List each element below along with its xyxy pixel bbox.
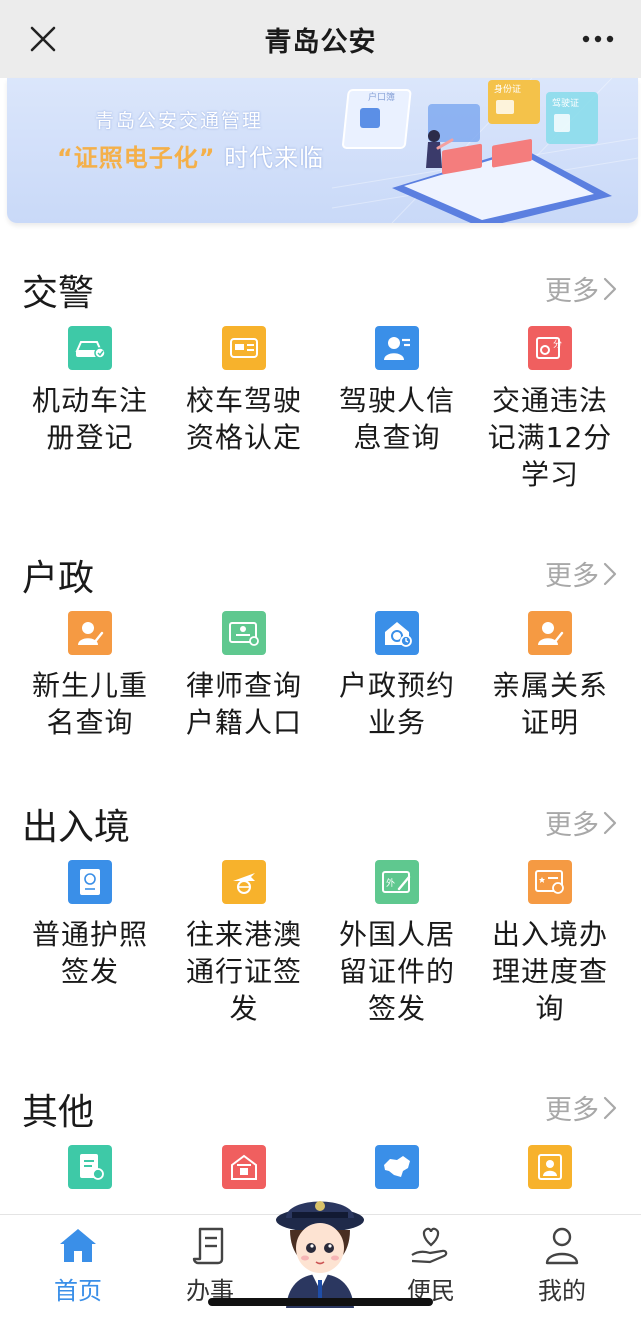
service-school-bus-license[interactable]: 校车驾驶资格认定 — [168, 326, 320, 456]
service-label: 户政预约业务 — [338, 669, 455, 739]
home-indicator-bar — [208, 1298, 433, 1306]
kinship-proof-icon — [528, 611, 572, 655]
service-other-4[interactable] — [474, 1145, 626, 1189]
promo-banner[interactable]: 青岛公安交通管理 “证照电子化” 时代来临 户口簿 身份证 驾驶证 — [7, 78, 638, 223]
document-icon — [68, 1145, 112, 1189]
close-icon[interactable] — [26, 22, 60, 56]
banner-subtitle: 青岛公安交通管理 — [95, 110, 264, 132]
passport-icon — [68, 860, 112, 904]
top-nav-bar: 青岛公安 — [0, 0, 641, 78]
section-title: 交警 — [22, 273, 95, 314]
chevron-right-icon — [603, 811, 617, 834]
newborn-name-icon — [68, 611, 112, 655]
more-link[interactable]: 更多 — [545, 803, 617, 842]
house-icon — [222, 1145, 266, 1189]
service-other-3[interactable] — [321, 1145, 473, 1189]
section-header: 出入境 更多 — [22, 798, 617, 848]
hk-macao-pass-icon — [222, 860, 266, 904]
service-label: 新生儿重名查询 — [31, 669, 148, 739]
service-newborn-name[interactable]: 新生儿重名查询 — [14, 611, 166, 741]
frame-icon — [528, 1145, 572, 1189]
art-label-3: 驾驶证 — [552, 97, 579, 109]
service-label: 交通违法记满12分学习 — [487, 384, 613, 491]
service-grid: 机动车注册登记 校车驾驶资格认定 驾驶人信息查询 分 交通违法记满12分学习 — [0, 326, 641, 506]
service-other-2[interactable] — [168, 1145, 320, 1189]
service-car-registration[interactable]: 机动车注册登记 — [14, 326, 166, 456]
violation-points-icon: 分 — [528, 326, 572, 370]
tab-services[interactable]: 办事 — [160, 1225, 260, 1306]
service-label: 校车驾驶资格认定 — [185, 384, 302, 454]
tab-label: 我的 — [538, 1277, 586, 1305]
service-grid: 普通护照签发 往来港澳通行证签发 外 外国人居留证件的签发 出入境办理进度查询 — [0, 860, 641, 1040]
service-driver-info[interactable]: 驾驶人信息查询 — [321, 326, 473, 456]
service-kinship-proof[interactable]: 亲属关系证明 — [474, 611, 626, 741]
tab-convenience[interactable]: 便民 — [381, 1225, 481, 1306]
service-label: 亲属关系证明 — [491, 669, 608, 739]
police-mascot-avatar[interactable] — [272, 1190, 368, 1308]
driver-info-icon — [375, 326, 419, 370]
car-register-icon — [68, 326, 112, 370]
person-icon — [545, 1227, 579, 1265]
service-label: 外国人居留证件的签发 — [338, 918, 455, 1025]
service-label: 驾驶人信息查询 — [338, 384, 455, 454]
chevron-right-icon — [603, 1096, 617, 1119]
more-link-label: 更多 — [545, 561, 599, 592]
service-label: 往来港澳通行证签发 — [185, 918, 302, 1025]
progress-query-icon — [528, 860, 572, 904]
more-link[interactable]: 更多 — [545, 1088, 617, 1127]
art-label-2: 身份证 — [494, 83, 521, 95]
service-progress-query[interactable]: 出入境办理进度查询 — [474, 860, 626, 1027]
appointment-icon — [375, 611, 419, 655]
svg-text:分: 分 — [553, 339, 562, 350]
more-options-icon[interactable] — [581, 26, 615, 52]
svg-text:外: 外 — [386, 877, 395, 889]
service-label: 机动车注册登记 — [31, 384, 148, 454]
section-title: 出入境 — [22, 807, 131, 848]
page: 青岛公安 青岛公安交通管理 “证照电子化” 时代来临 户口簿 身份证 驾驶证 交… — [0, 0, 641, 1321]
service-grid: 新生儿重名查询 律师查询户籍人口 户政预约业务 亲属关系证明 — [0, 611, 641, 791]
section-household: 户政 更多 新生儿重名查询 律师查询户籍人口 户政预约业务 亲属关系证明 — [0, 549, 641, 759]
banner-headline-rest: 时代来临 — [224, 144, 325, 172]
more-link-label: 更多 — [545, 276, 599, 307]
section-exit-entry: 出入境 更多 普通护照签发 往来港澳通行证签发 外 外国人居留证件的签发 出入境… — [0, 798, 641, 1048]
section-header: 户政 更多 — [22, 549, 617, 599]
more-link[interactable]: 更多 — [545, 269, 617, 308]
page-title: 青岛公安 — [264, 26, 377, 58]
chevron-right-icon — [603, 562, 617, 585]
art-label-1: 户口簿 — [368, 91, 395, 103]
service-household-appointment[interactable]: 户政预约业务 — [321, 611, 473, 741]
tab-home[interactable]: 首页 — [28, 1225, 128, 1306]
chevron-right-icon — [603, 277, 617, 300]
more-link[interactable]: 更多 — [545, 554, 617, 593]
banner-headline: “证照电子化” 时代来临 — [57, 138, 324, 173]
service-label: 律师查询户籍人口 — [185, 669, 302, 739]
service-violation-study[interactable]: 分 交通违法记满12分学习 — [474, 326, 626, 493]
service-label: 普通护照签发 — [31, 918, 148, 988]
service-hk-macao-pass[interactable]: 往来港澳通行证签发 — [168, 860, 320, 1027]
e-license-illustration: 户口簿 身份证 驾驶证 — [332, 78, 638, 223]
foreigner-permit-icon: 外 — [375, 860, 419, 904]
service-lawyer-query[interactable]: 律师查询户籍人口 — [168, 611, 320, 741]
section-title: 户政 — [22, 558, 95, 599]
section-header: 交警 更多 — [22, 264, 617, 314]
service-label: 出入境办理进度查询 — [491, 918, 608, 1025]
service-other-1[interactable] — [14, 1145, 166, 1189]
section-traffic-police: 交警 更多 机动车注册登记 校车驾驶资格认定 驾驶人信息查询 分 交通违法记满1… — [0, 264, 641, 514]
bus-license-icon — [222, 326, 266, 370]
tab-label: 首页 — [54, 1277, 102, 1305]
lawyer-query-icon — [222, 611, 266, 655]
scroll-icon — [192, 1227, 224, 1265]
china-map-icon — [375, 1145, 419, 1189]
service-foreigner-permit[interactable]: 外 外国人居留证件的签发 — [321, 860, 473, 1027]
more-link-label: 更多 — [545, 1095, 599, 1126]
service-passport[interactable]: 普通护照签发 — [14, 860, 166, 990]
section-header: 其他 更多 — [22, 1083, 617, 1133]
hand-heart-icon — [411, 1227, 448, 1264]
tab-profile[interactable]: 我的 — [512, 1225, 612, 1306]
banner-headline-highlight: “证照电子化” — [57, 144, 216, 172]
home-icon — [60, 1229, 96, 1262]
section-title: 其他 — [22, 1092, 95, 1133]
more-link-label: 更多 — [545, 810, 599, 841]
